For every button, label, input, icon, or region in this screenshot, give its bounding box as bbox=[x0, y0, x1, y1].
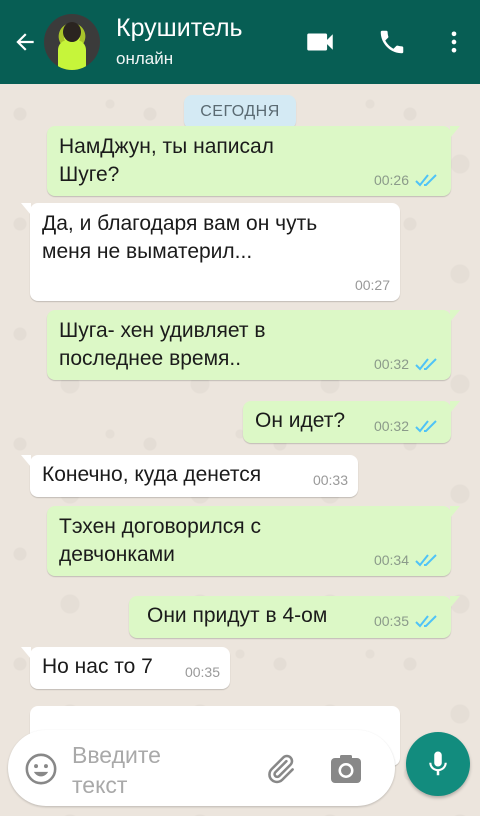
camera-button[interactable] bbox=[330, 754, 362, 784]
message-meta: 00:35 bbox=[374, 613, 441, 629]
attach-button[interactable] bbox=[263, 752, 297, 786]
video-call-button[interactable] bbox=[284, 0, 356, 84]
contact-name: Крушитель bbox=[116, 14, 243, 42]
back-button[interactable] bbox=[0, 0, 44, 84]
avatar[interactable] bbox=[44, 14, 100, 70]
phone-icon bbox=[380, 30, 404, 54]
message-incoming[interactable]: Но нас то 7 00:35 bbox=[21, 647, 230, 689]
message-outgoing[interactable]: Они придут в 4-ом 00:35 bbox=[129, 596, 460, 638]
message-outgoing[interactable]: Шуга- хен удивляет в последнее время.. 0… bbox=[47, 310, 460, 380]
arrow-back-icon bbox=[16, 33, 34, 51]
message-time: 00:32 bbox=[373, 356, 409, 372]
message-time: 00:35 bbox=[184, 664, 220, 680]
message-time: 00:35 bbox=[373, 613, 409, 629]
more-vert-icon bbox=[451, 31, 457, 53]
message-text: Но нас то 7 bbox=[42, 655, 153, 678]
message-meta: 00:32 bbox=[374, 356, 441, 372]
message-meta: 00:33 bbox=[313, 472, 348, 488]
message-text: Он идет? bbox=[255, 409, 346, 432]
paperclip-icon bbox=[268, 754, 294, 784]
message-text: Они придут в 4-ом bbox=[147, 604, 328, 627]
message-time: 00:26 bbox=[373, 172, 409, 188]
chat-area[interactable]: СЕГОДНЯ НамДжун, ты написал Шуге? 00:26 … bbox=[0, 84, 480, 816]
message-input-bar[interactable]: Введите текст bbox=[8, 730, 395, 806]
videocam-icon bbox=[307, 33, 333, 51]
voice-call-button[interactable] bbox=[356, 0, 428, 84]
camera-icon bbox=[331, 755, 361, 783]
message-meta: 00:27 bbox=[355, 277, 390, 293]
message-time: 00:33 bbox=[312, 472, 348, 488]
message-text: Шуга- хен удивляет в последнее время.. bbox=[59, 319, 266, 370]
mic-icon bbox=[429, 751, 447, 776]
read-ticks-icon bbox=[415, 420, 437, 433]
message-text: НамДжун, ты написал Шуге? bbox=[59, 135, 274, 186]
message-text: Конечно, куда денется bbox=[42, 463, 262, 486]
message-meta: 00:34 bbox=[374, 552, 441, 568]
message-meta: 00:35 bbox=[185, 664, 220, 680]
message-incoming[interactable]: Конечно, куда денется 00:33 bbox=[21, 455, 358, 497]
contact-status: онлайн bbox=[116, 49, 174, 68]
message-input[interactable]: Введите текст bbox=[72, 740, 222, 800]
read-ticks-icon bbox=[415, 554, 437, 567]
message-time: 00:32 bbox=[373, 418, 409, 434]
mic-button[interactable] bbox=[406, 732, 470, 796]
message-text: Да, и благодаря вам он чуть меня не выма… bbox=[42, 212, 318, 263]
read-ticks-icon bbox=[415, 174, 437, 187]
message-outgoing[interactable]: Тэхен договорился с девчонками 00:34 bbox=[47, 506, 460, 576]
message-incoming[interactable]: Да, и благодаря вам он чуть меня не выма… bbox=[21, 203, 400, 301]
read-ticks-icon bbox=[415, 615, 437, 628]
message-outgoing[interactable]: Он идет? 00:32 bbox=[243, 401, 460, 443]
date-chip: СЕГОДНЯ bbox=[184, 95, 296, 129]
message-meta: 00:26 bbox=[374, 172, 441, 188]
emoji-icon bbox=[25, 753, 57, 785]
menu-button[interactable] bbox=[428, 0, 480, 84]
contact-info[interactable]: Крушитель онлайн bbox=[116, 13, 284, 71]
message-outgoing[interactable]: НамДжун, ты написал Шуге? 00:26 bbox=[47, 126, 460, 196]
read-ticks-icon bbox=[415, 358, 437, 371]
message-meta: 00:32 bbox=[374, 418, 441, 434]
message-text: Тэхен договорился с девчонками bbox=[59, 515, 261, 566]
message-time: 00:34 bbox=[373, 552, 409, 568]
emoji-button[interactable] bbox=[24, 752, 58, 786]
message-time: 00:27 bbox=[354, 277, 390, 293]
chat-header: Крушитель онлайн bbox=[0, 0, 480, 84]
